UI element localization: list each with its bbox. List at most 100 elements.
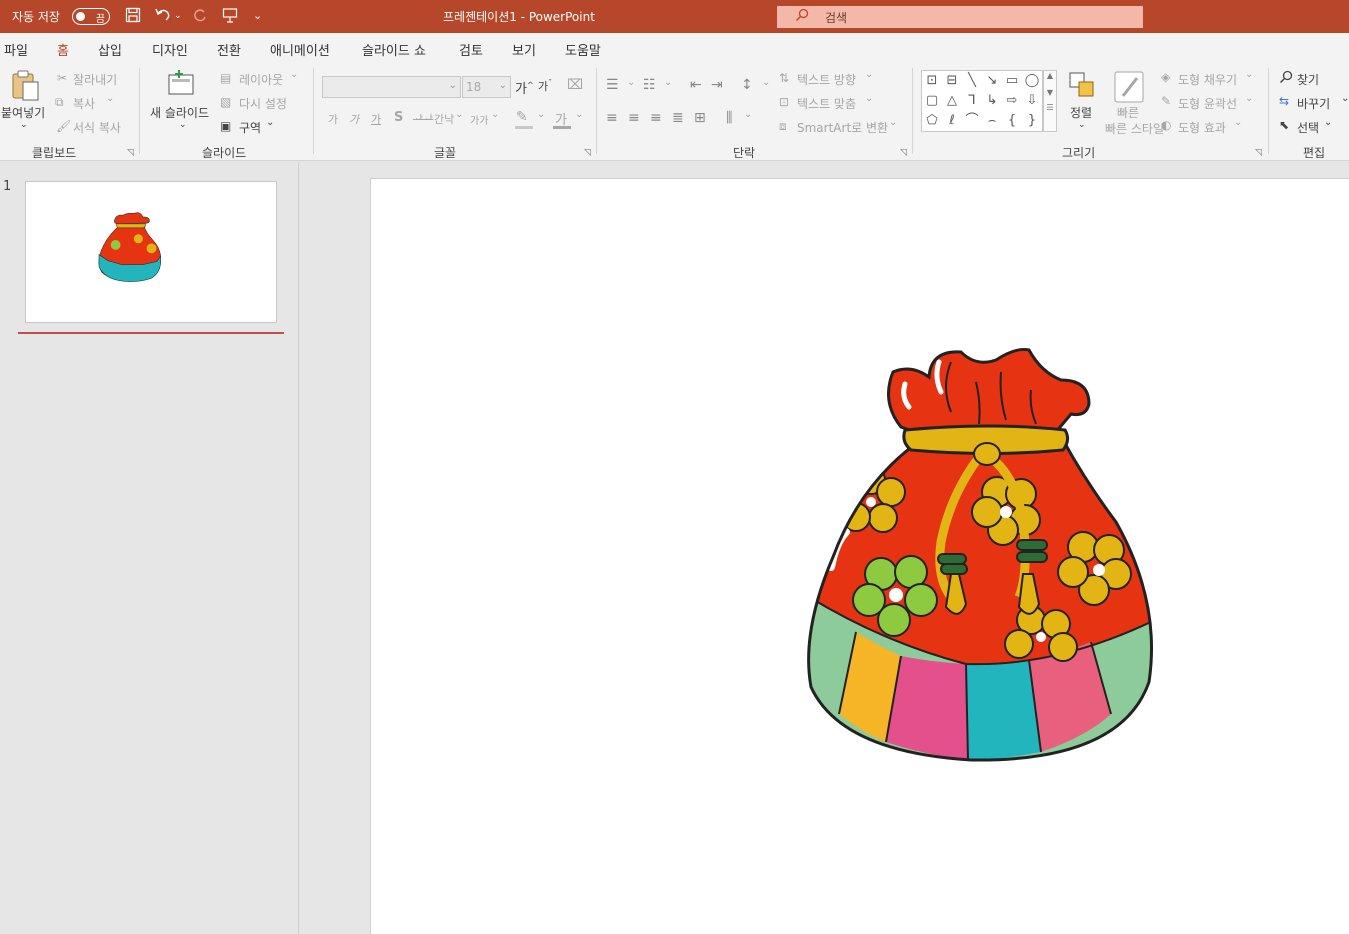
tab-slideshow[interactable]: 슬라이드 쇼 xyxy=(362,40,426,59)
shape-fill-icon[interactable]: ◈ xyxy=(1161,70,1170,84)
character-spacing-button[interactable]: 간낙 xyxy=(434,111,454,127)
increase-indent-icon[interactable]: ⇥ xyxy=(711,77,723,93)
strikethrough-button[interactable]: ᅪᅪ xyxy=(413,111,433,127)
line-spacing-icon[interactable]: ↕ xyxy=(741,77,753,93)
scroll-down-icon[interactable]: ▼ xyxy=(1044,88,1056,97)
distributed-icon[interactable]: ⊞ xyxy=(694,110,706,126)
textbox-shape-icon[interactable]: ⊡ xyxy=(923,73,941,89)
decrease-indent-icon[interactable]: ⇤ xyxy=(690,77,702,93)
replace-icon[interactable]: ⇆ xyxy=(1279,94,1289,108)
save-icon[interactable] xyxy=(125,7,141,27)
copy-icon[interactable]: ⧉ xyxy=(55,95,64,110)
font-size-combo[interactable]: 18 ⌄ xyxy=(462,76,511,98)
arrow-line-shape-icon[interactable]: ↘ xyxy=(983,73,1001,89)
search-box[interactable]: 검색 xyxy=(777,6,1143,28)
tab-view[interactable]: 보기 xyxy=(512,40,536,59)
cut-icon[interactable]: ✂ xyxy=(57,71,67,85)
shape-outline-dropdown-icon[interactable]: ⌄ xyxy=(1245,93,1253,104)
tab-file[interactable]: 파일 xyxy=(4,40,28,59)
clipboard-launcher-icon[interactable]: ◹ xyxy=(127,148,134,158)
bullets-dropdown-icon[interactable]: ⌄ xyxy=(627,77,635,88)
right-brace-shape-icon[interactable]: } xyxy=(1023,113,1041,129)
new-slide-button[interactable]: 새 슬라이드 xyxy=(150,104,209,121)
section-button[interactable]: 구역 xyxy=(239,119,261,136)
curve-shape-icon[interactable]: ⌢ xyxy=(983,113,1001,129)
drawing-launcher-icon[interactable]: ◹ xyxy=(1255,148,1262,158)
align-text-icon[interactable]: ⊡ xyxy=(779,95,789,109)
arc-shape-icon[interactable]: ⌒ xyxy=(963,113,981,129)
shapes-scrollbar[interactable]: ▲ ▼ ☰ xyxy=(1043,70,1057,132)
shape-effects-icon[interactable]: ◐ xyxy=(1161,118,1171,132)
highlight-dropdown-icon[interactable]: ⌄ xyxy=(537,109,545,120)
customize-icon[interactable]: ⌄ xyxy=(253,9,262,22)
more-shapes-icon[interactable]: ☰ xyxy=(1044,103,1056,112)
redo-icon[interactable] xyxy=(192,7,208,27)
paste-dropdown-icon[interactable]: ⌄ xyxy=(20,120,28,130)
scroll-up-icon[interactable]: ▲ xyxy=(1044,71,1056,80)
select-dropdown-icon[interactable]: ⌄ xyxy=(1324,117,1332,128)
quick-styles-button-line1[interactable]: 빠른 xyxy=(1117,104,1139,121)
align-right-icon[interactable]: ≡ xyxy=(650,110,662,126)
font-color-dropdown-icon[interactable]: ⌄ xyxy=(575,109,583,120)
arrange-dropdown-icon[interactable]: ⌄ xyxy=(1078,120,1086,130)
columns-icon[interactable]: ⫼ xyxy=(726,110,732,126)
reset-icon[interactable]: ▧ xyxy=(220,95,231,109)
find-button[interactable]: 찾기 xyxy=(1297,71,1319,88)
section-icon[interactable]: ▣ xyxy=(220,119,231,133)
highlight-icon[interactable]: ✎ xyxy=(516,109,528,125)
font-family-combo[interactable]: ⌄ xyxy=(322,76,461,98)
tab-home[interactable]: 홈 xyxy=(57,40,69,65)
numbering-dropdown-icon[interactable]: ⌄ xyxy=(664,77,672,88)
columns-dropdown-icon[interactable]: ⌄ xyxy=(744,109,752,120)
bold-button[interactable]: 가 xyxy=(328,111,338,127)
replace-dropdown-icon[interactable]: ⌄ xyxy=(1341,93,1349,104)
italic-button[interactable]: 가 xyxy=(349,111,359,127)
paragraph-launcher-icon[interactable]: ◹ xyxy=(900,148,907,158)
spacing-dropdown-icon[interactable]: ⌄ xyxy=(455,109,463,120)
font-launcher-icon[interactable]: ◹ xyxy=(584,148,591,158)
new-slide-icon[interactable] xyxy=(166,69,196,99)
freeform-shape-icon[interactable]: ⬠ xyxy=(923,113,941,129)
align-center-icon[interactable]: ≡ xyxy=(628,110,640,126)
find-icon[interactable] xyxy=(1279,70,1293,87)
shape-outline-button[interactable]: 도형 윤곽선 xyxy=(1178,95,1237,112)
line-spacing-dropdown-icon[interactable]: ⌄ xyxy=(762,77,770,88)
format-painter-button[interactable]: 서식 복사 xyxy=(73,119,121,136)
shape-effects-dropdown-icon[interactable]: ⌄ xyxy=(1234,117,1242,128)
line-shape-icon[interactable]: ╲ xyxy=(963,73,981,89)
rectangle-shape-icon[interactable]: ▭ xyxy=(1003,73,1021,89)
grow-font-icon[interactable]: 가^ xyxy=(515,78,534,97)
tab-animations[interactable]: 애니메이션 xyxy=(270,40,330,59)
shadow-button[interactable]: S xyxy=(394,110,403,125)
quick-styles-button[interactable]: 빠른 스타일 xyxy=(1105,120,1164,137)
autosave-toggle[interactable]: 끔 xyxy=(72,8,110,25)
format-painter-icon[interactable]: 🖌 xyxy=(56,119,71,133)
copy-dropdown-icon[interactable]: ⌄ xyxy=(106,93,114,104)
tab-transitions[interactable]: 전환 xyxy=(217,40,241,59)
text-direction-button[interactable]: 텍스트 방향 xyxy=(797,71,856,88)
paste-button[interactable]: 붙여넣기 xyxy=(1,104,45,121)
select-button[interactable]: 선택 xyxy=(1297,119,1319,136)
replace-button[interactable]: 바꾸기 xyxy=(1297,95,1330,112)
select-icon[interactable]: ⬉ xyxy=(1279,118,1289,132)
numbering-icon[interactable]: ☷ xyxy=(643,77,656,93)
tab-insert[interactable]: 삽입 xyxy=(98,40,122,59)
shrink-font-icon[interactable]: 가ˇ xyxy=(538,78,552,94)
align-text-button[interactable]: 텍스트 맞춤 xyxy=(797,95,856,112)
reset-button[interactable]: 다시 설정 xyxy=(239,95,287,112)
layout-button[interactable]: 레이아웃 xyxy=(239,71,283,88)
undo-icon[interactable] xyxy=(154,7,172,27)
shape-outline-icon[interactable]: ✎ xyxy=(1161,94,1171,108)
shape-effects-button[interactable]: 도형 효과 xyxy=(1178,119,1226,136)
tab-help[interactable]: 도움말 xyxy=(565,40,601,59)
cut-button[interactable]: 잘라내기 xyxy=(73,71,117,88)
shapes-gallery[interactable]: ⊡ ⊟ ╲ ↘ ▭ ◯ ▢ △ ⅂ ↳ ⇨ ⇩ ⬠ ℓ ⌒ ⌢ { } xyxy=(921,70,1043,132)
undo-dropdown-icon[interactable]: ⌄ xyxy=(174,11,182,21)
smartart-button[interactable]: SmartArt로 변환 xyxy=(797,119,888,136)
layout-icon[interactable]: ▤ xyxy=(220,71,231,85)
text-direction-icon[interactable]: ⇅ xyxy=(779,71,789,85)
scribble-shape-icon[interactable]: ℓ xyxy=(943,113,961,129)
vertical-textbox-shape-icon[interactable]: ⊟ xyxy=(943,73,961,89)
layout-dropdown-icon[interactable]: ⌄ xyxy=(290,69,298,80)
new-slide-dropdown-icon[interactable]: ⌄ xyxy=(179,120,187,130)
